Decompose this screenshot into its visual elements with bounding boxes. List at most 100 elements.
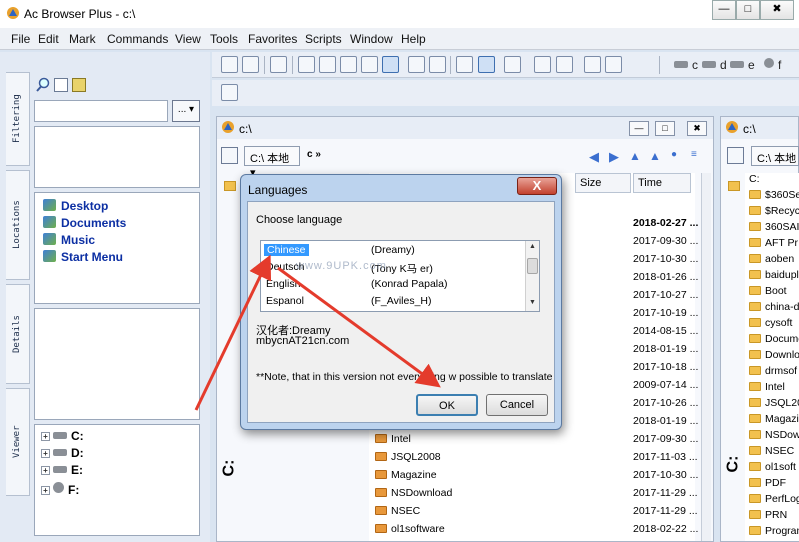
new-tab-icon[interactable]	[221, 56, 238, 73]
forward-arrow-icon[interactable]: ▶	[609, 149, 619, 165]
tab-details[interactable]: Details	[6, 284, 30, 384]
tree-item-e[interactable]: + E:	[41, 463, 83, 477]
file-row-magazine[interactable]: Magazine	[375, 469, 437, 485]
view-details-icon[interactable]	[382, 56, 399, 73]
language-row-espanol[interactable]: Espanol (F_Aviles_H)	[261, 293, 523, 310]
scroll-thumb[interactable]	[527, 258, 538, 274]
list-item[interactable]: NSEC	[749, 445, 794, 461]
menu-favorites[interactable]: Favorites	[248, 32, 297, 46]
language-list[interactable]: Chinese (Dreamy) Deutsch (Tony K马 er) En…	[260, 240, 540, 312]
filter-input[interactable]	[34, 100, 168, 122]
tab-viewer[interactable]: Viewer	[6, 388, 30, 496]
search-icon[interactable]	[36, 77, 50, 93]
list-item[interactable]: baidupl	[749, 269, 799, 285]
menu-mark[interactable]: Mark	[69, 32, 96, 46]
list-item[interactable]: PerfLog	[749, 493, 799, 509]
dialog-close-button[interactable]: X	[517, 177, 557, 195]
panel-menu-icon[interactable]	[727, 147, 744, 164]
tree-item-d[interactable]: + D:	[41, 446, 84, 460]
root-row[interactable]: C:	[749, 173, 760, 189]
minimize-button[interactable]: —	[712, 0, 736, 20]
language-row-chinese[interactable]: Chinese (Dreamy)	[261, 242, 523, 259]
menu-commands[interactable]: Commands	[107, 32, 168, 46]
view-list-icon[interactable]	[361, 56, 378, 73]
list-item[interactable]: $360Se	[749, 189, 799, 205]
view-small-icon[interactable]	[340, 56, 357, 73]
back-arrow-icon[interactable]: ◀	[589, 149, 599, 165]
filter-folder-icon[interactable]	[72, 78, 86, 92]
location-start-menu[interactable]: Start Menu	[43, 250, 123, 264]
list-icon[interactable]: ≡	[691, 149, 697, 160]
cancel-button[interactable]: Cancel	[486, 394, 548, 416]
list-item[interactable]: ol1soft	[749, 461, 796, 477]
search-file-icon[interactable]	[605, 56, 622, 73]
drive-d-button[interactable]: d	[702, 58, 727, 72]
panel-minimize-button[interactable]: —	[629, 121, 649, 136]
panel-maximize-button[interactable]: □	[655, 121, 675, 136]
console-icon[interactable]	[556, 56, 573, 73]
preview-icon[interactable]	[429, 56, 446, 73]
list-item[interactable]: Magazi	[749, 413, 799, 429]
list-item[interactable]: AFT Pr	[749, 237, 798, 253]
info-icon[interactable]	[270, 56, 287, 73]
menu-edit[interactable]: Edit	[38, 32, 59, 46]
right-path-dropdown[interactable]: C:\ 本地	[751, 146, 799, 166]
list-item[interactable]: Docume	[749, 333, 799, 349]
list-item[interactable]: Boot	[749, 285, 787, 301]
list-item[interactable]: PDF	[749, 477, 786, 493]
binoculars-icon[interactable]	[456, 56, 473, 73]
expand-icon[interactable]: +	[41, 449, 50, 458]
drive-c-button[interactable]: c	[674, 58, 698, 72]
column-size[interactable]: Size	[575, 173, 631, 193]
list-item[interactable]: Intel	[749, 381, 785, 397]
language-list-scrollbar[interactable]: ▲ ▼	[525, 241, 539, 311]
tab-filtering[interactable]: Filtering	[6, 72, 30, 166]
expand-icon[interactable]: +	[41, 432, 50, 441]
location-music[interactable]: Music	[43, 233, 95, 247]
menu-scripts[interactable]: Scripts	[305, 32, 342, 46]
list-item[interactable]: Program	[749, 525, 799, 541]
language-row-english[interactable]: English (Konrad Papala)	[261, 276, 523, 293]
filter-file-icon[interactable]	[54, 78, 68, 92]
expand-icon[interactable]: +	[41, 486, 50, 495]
menu-help[interactable]: Help	[401, 32, 426, 46]
view-thumbs-icon[interactable]	[298, 56, 315, 73]
refresh-icon[interactable]	[242, 56, 259, 73]
tab-locations[interactable]: Locations	[6, 170, 30, 280]
clipboard-icon[interactable]	[221, 84, 238, 101]
scroll-up-icon[interactable]: ▲	[529, 243, 536, 250]
bookmark-icon[interactable]: ●	[671, 149, 677, 160]
file-row-jsql2008[interactable]: JSQL2008	[375, 451, 441, 467]
close-button[interactable]: ✖	[760, 0, 794, 20]
menu-window[interactable]: Window	[350, 32, 393, 46]
scroll-down-icon[interactable]: ▼	[529, 299, 536, 306]
filter-options-button[interactable]: ... ▾	[172, 100, 200, 122]
view-large-icon[interactable]	[319, 56, 336, 73]
align-icon[interactable]	[504, 56, 521, 73]
file-row-nsec[interactable]: NSEC	[375, 505, 420, 521]
panel-close-button[interactable]: ✖	[687, 121, 707, 136]
list-item[interactable]: NSDow	[749, 429, 799, 445]
list-item[interactable]: PRN	[749, 509, 787, 525]
center-path-dropdown[interactable]: C:\ 本地 ▾	[244, 146, 300, 179]
up-arrow-icon[interactable]: ▲	[629, 149, 641, 163]
ok-button[interactable]: OK	[416, 394, 478, 416]
list-item[interactable]: drmsof	[749, 365, 797, 381]
panel-menu-icon[interactable]	[221, 147, 238, 164]
root-arrow-icon[interactable]: ▲	[649, 149, 661, 163]
list-item[interactable]: JSQL20	[749, 397, 799, 413]
file-row-intel[interactable]: Intel	[375, 433, 411, 449]
list-item[interactable]: aoben	[749, 253, 794, 269]
expand-icon[interactable]: +	[41, 466, 50, 475]
file-row-ol1software[interactable]: ol1software	[375, 523, 445, 539]
file-row-nsdownload[interactable]: NSDownload	[375, 487, 452, 503]
column-time[interactable]: Time	[633, 173, 691, 193]
list-item[interactable]: china-d	[749, 301, 799, 317]
maximize-button[interactable]: □	[736, 0, 760, 20]
edit-icon[interactable]	[584, 56, 601, 73]
tree-item-f[interactable]: + F:	[41, 482, 79, 497]
dual-pane-icon[interactable]	[478, 56, 495, 73]
tree-item-c[interactable]: + C:	[41, 429, 84, 443]
drive-f-button[interactable]: f	[764, 58, 781, 72]
list-item[interactable]: cysoft	[749, 317, 792, 333]
